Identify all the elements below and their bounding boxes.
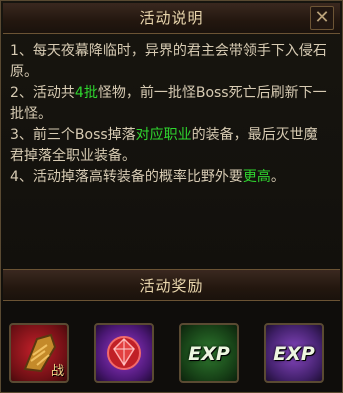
desc-highlight: 更高 bbox=[242, 169, 271, 185]
reward-slot-gem[interactable] bbox=[94, 323, 154, 383]
close-icon[interactable]: ✕ bbox=[310, 6, 334, 30]
desc-line-2: 2、活动共4批怪物，前一批怪Boss死亡后刷新下一批怪。 bbox=[10, 83, 331, 125]
desc-line-4: 4、活动掉落高转装备的概率比野外要更高。 bbox=[10, 167, 331, 188]
reward-class-tag: 战 bbox=[50, 364, 64, 379]
reward-slot-exp-purple[interactable]: EXP bbox=[264, 323, 324, 383]
activity-description: 1、每天夜幕降临时，异界的君主会带领手下入侵石原。 2、活动共4批怪物，前一批怪… bbox=[7, 37, 334, 259]
activity-panel: 活动说明 ✕ 1、每天夜幕降临时，异界的君主会带领手下入侵石原。 2、活动共4批… bbox=[0, 0, 343, 393]
desc-highlight: 4批 bbox=[74, 85, 98, 101]
desc-line-3: 3、前三个Boss掉落对应职业的装备，最后灭世魔君掉落全职业装备。 bbox=[10, 125, 331, 167]
desc-text: 4、活动掉落高转装备的概率比野外要 bbox=[10, 169, 243, 185]
exp-purple-icon: EXP bbox=[273, 343, 315, 365]
gem-icon bbox=[107, 336, 141, 370]
desc-text: 3、前三个Boss掉落 bbox=[10, 127, 136, 143]
reward-slot-gauntlet[interactable]: 战 bbox=[9, 323, 69, 383]
exp-green-icon: EXP bbox=[188, 343, 230, 365]
desc-text: 1、每天夜幕降临时，异界的君主会带领手下入侵石原。 bbox=[10, 43, 327, 80]
panel-header: 活动说明 ✕ bbox=[3, 3, 340, 34]
panel-title: 活动说明 bbox=[139, 9, 204, 27]
desc-line-1: 1、每天夜幕降临时，异界的君主会带领手下入侵石原。 bbox=[10, 41, 331, 83]
rewards-row: 战 EXP EXP bbox=[1, 301, 342, 391]
desc-text: 2、活动共 bbox=[10, 85, 75, 101]
desc-text: 。 bbox=[270, 169, 285, 185]
reward-slot-exp-green[interactable]: EXP bbox=[179, 323, 239, 383]
rewards-title: 活动奖励 bbox=[139, 277, 204, 295]
rewards-header: 活动奖励 bbox=[3, 269, 340, 301]
desc-highlight: 对应职业 bbox=[135, 127, 192, 143]
